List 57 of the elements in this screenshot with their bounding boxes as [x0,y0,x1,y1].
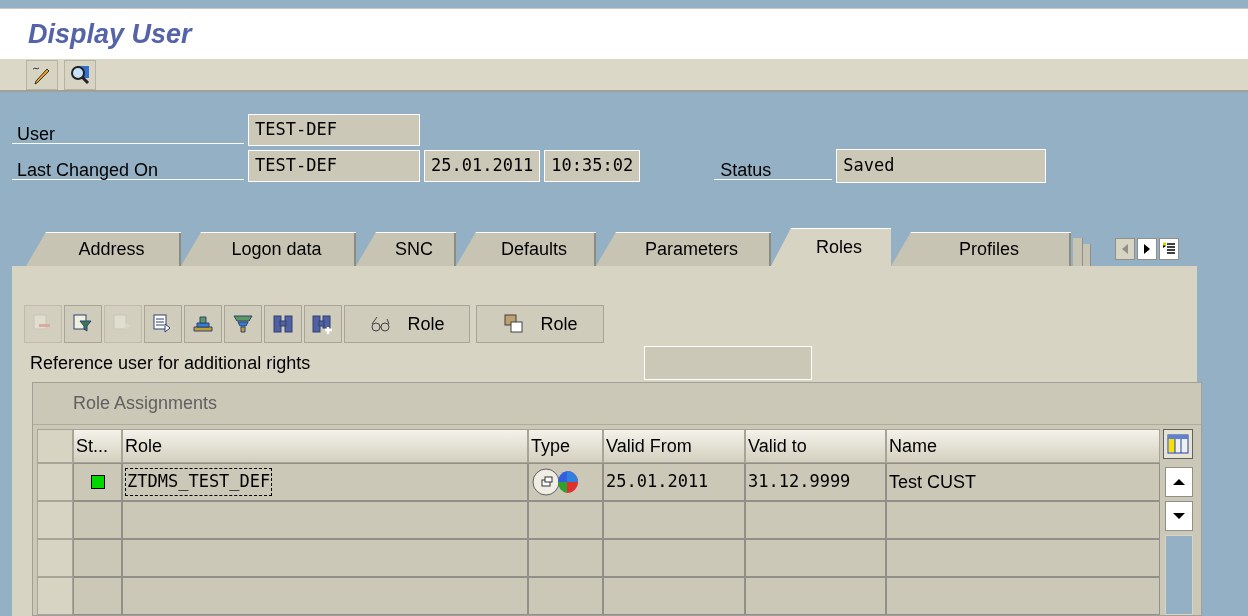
column-header: St... [73,429,122,463]
toolbar-icon [231,312,255,336]
toolbar-button[interactable]: Role [344,305,470,343]
column-header: Valid to [745,429,886,463]
toolbar-button[interactable] [224,305,262,343]
edit-button[interactable] [26,59,58,90]
tab[interactable]: Roles [771,228,891,266]
field-value: 10:35:02 [544,150,641,182]
columns-icon [1167,433,1189,455]
list-icon [1162,242,1176,256]
field-label: User [12,116,244,144]
scrollbar-track[interactable] [1165,535,1193,615]
tab-scroll-right-button[interactable] [1137,238,1157,260]
field-value: TEST-DEF [248,150,420,182]
scroll-up-button[interactable] [1165,467,1193,497]
up-triangle-icon [1173,478,1185,486]
role-type-icon [531,467,579,497]
table-cell: Test CUST [886,463,1160,501]
toolbar-button[interactable] [144,305,182,343]
toolbar-icon [311,312,335,336]
tab[interactable]: Profiles [891,232,1071,266]
toolbar-button[interactable] [64,305,102,343]
column-header: Valid From [603,429,745,463]
toolbar-button[interactable] [264,305,302,343]
tab[interactable]: Parameters [596,232,771,266]
tab[interactable]: Defaults [456,232,596,266]
table-title: Role Assignments [73,392,218,415]
tab-list-button[interactable] [1159,238,1179,260]
table-cell [73,577,122,615]
column-header: Role [122,429,528,463]
left-triangle-icon [1121,244,1129,254]
field-value: 25.01.2011 [424,150,541,182]
status-field: Saved [836,149,1047,183]
tab[interactable]: SNC [356,232,456,266]
toolbar-button[interactable]: Role [476,305,604,343]
field-label: Reference user for additional rights [29,351,312,375]
toolbar-button[interactable] [184,305,222,343]
toolbar-icon [271,312,295,336]
column-header: Name [886,429,1160,463]
field-label: Status [714,152,833,180]
tab[interactable]: Logon data [181,232,356,266]
table-cell: 25.01.2011 [603,463,745,501]
toolbar-button[interactable] [304,305,342,343]
scroll-down-button[interactable] [1165,501,1193,531]
display-button[interactable] [64,59,96,90]
right-triangle-icon [1143,244,1151,254]
table-cell [73,539,122,577]
column-layout-button[interactable] [1163,429,1193,459]
field-label: Last Changed On [12,152,244,180]
down-triangle-icon [1173,512,1185,520]
table-cell: 31.12.9999 [745,463,886,501]
tab[interactable]: Address [26,232,181,266]
magnifier-icon [69,63,91,86]
window-title: Display User [28,17,192,51]
column-header: Type [528,429,603,463]
field-value: TEST-DEF [248,114,420,146]
focused-role-text[interactable]: ZTDMS_TEST_DEF [125,468,273,496]
